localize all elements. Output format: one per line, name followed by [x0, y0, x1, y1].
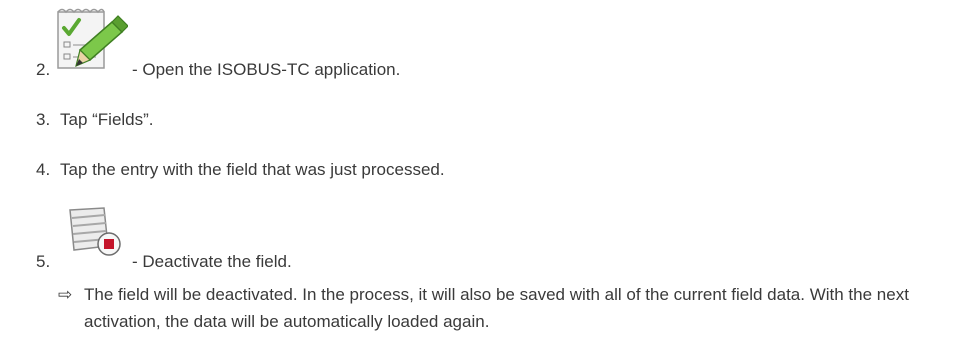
- step-3: 3. Tap “Fields”.: [36, 110, 154, 130]
- step-5: 5.: [36, 252, 60, 272]
- step-5-text: - Deactivate the field.: [132, 252, 292, 272]
- step-4-label: Tap the entry with the field that was ju…: [60, 160, 445, 179]
- result-text: The field will be deactivated. In the pr…: [84, 285, 909, 331]
- result-block: ⇨ The field will be deactivated. In the …: [58, 281, 963, 335]
- step-2-text: - Open the ISOBUS-TC application.: [132, 60, 400, 80]
- step-number: 4.: [36, 160, 51, 179]
- step-3-label: Tap “Fields”.: [60, 110, 154, 129]
- step-4: 4. Tap the entry with the field that was …: [36, 160, 445, 180]
- step-number: 5.: [36, 252, 51, 271]
- step-number: 3.: [36, 110, 51, 129]
- field-deactivate-icon: [68, 206, 124, 258]
- result-arrow-icon: ⇨: [58, 285, 73, 304]
- step-2-label: - Open the ISOBUS-TC application.: [132, 60, 401, 79]
- checklist-pencil-icon: [56, 4, 129, 74]
- step-5-label: - Deactivate the field.: [132, 252, 292, 271]
